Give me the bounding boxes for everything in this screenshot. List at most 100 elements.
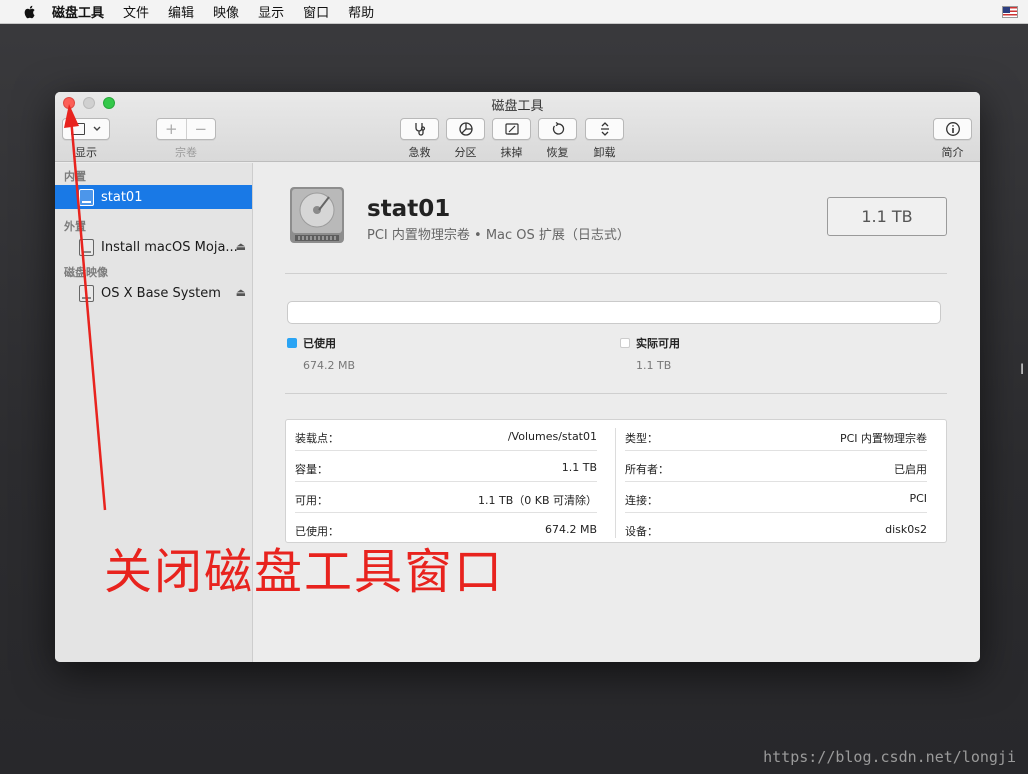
partition-button[interactable]	[446, 118, 485, 140]
sidebar-view-icon	[71, 123, 85, 135]
info-value: /Volumes/stat01	[507, 430, 597, 443]
chevron-down-icon	[93, 126, 101, 131]
volume-name: stat01	[367, 196, 451, 222]
sidebar-item-label: stat01	[101, 189, 143, 205]
used-swatch	[287, 338, 297, 348]
pie-chart-icon	[458, 122, 473, 136]
info-table: 装载点： /Volumes/stat01 容量： 1.1 TB 可用： 1.1 …	[285, 419, 947, 543]
disk-image-icon	[79, 284, 94, 302]
menu-file[interactable]: 文件	[123, 2, 149, 21]
info-row-capacity: 容量： 1.1 TB	[295, 451, 597, 482]
usage-bar	[287, 301, 941, 324]
erase-icon	[504, 123, 519, 135]
partition-group: 分区	[446, 118, 485, 160]
info-value: 1.1 TB（0 KB 可清除）	[477, 494, 597, 507]
info-button[interactable]	[933, 118, 972, 140]
add-volume-button[interactable]: +	[157, 119, 187, 139]
sidebar-section-disk-images: 磁盘映像	[64, 266, 108, 279]
sidebar-item-install-macos[interactable]: Install macOS Moja... ⏏	[55, 235, 252, 259]
view-button[interactable]	[62, 118, 110, 140]
sidebar-item-stat01[interactable]: stat01	[55, 185, 252, 209]
restore-icon	[552, 121, 564, 135]
info-row-owners: 所有者： 已启用	[625, 451, 927, 482]
info-column-right: 类型： PCI 内置物理宗卷 所有者： 已启用 连接： PCI 设备： disk…	[616, 420, 936, 542]
apple-icon[interactable]	[22, 4, 38, 20]
menu-edit[interactable]: 编辑	[168, 2, 194, 21]
menu-help[interactable]: 帮助	[348, 2, 374, 21]
info-group: 简介	[933, 118, 972, 160]
watermark: https://blog.csdn.net/longji	[763, 748, 1016, 766]
info-row-available: 可用： 1.1 TB（0 KB 可清除）	[295, 482, 597, 513]
unmount-label: 卸载	[593, 146, 616, 159]
info-value: 1.1 TB	[561, 461, 597, 474]
legend-available-value: 1.1 TB	[636, 359, 672, 372]
restore-button[interactable]	[538, 118, 577, 140]
annotation-caption: 关闭磁盘工具窗口	[104, 544, 505, 600]
unmount-button[interactable]	[585, 118, 624, 140]
info-key: 可用：	[295, 494, 328, 507]
hard-drive-icon	[290, 187, 344, 243]
sidebar-item-label: Install macOS Moja...	[101, 239, 238, 255]
menu-window[interactable]: 窗口	[303, 2, 329, 21]
view-label: 显示	[75, 146, 97, 159]
window-title: 磁盘工具	[491, 99, 544, 114]
info-column-left: 装载点： /Volumes/stat01 容量： 1.1 TB 可用： 1.1 …	[286, 420, 606, 542]
info-value: disk0s2	[885, 523, 927, 536]
eject-icon[interactable]: ⏏	[236, 286, 246, 299]
info-label: 简介	[941, 146, 964, 159]
sidebar-section-internal: 内置	[64, 170, 86, 183]
info-key: 容量：	[295, 463, 328, 476]
info-value: 674.2 MB	[544, 523, 597, 536]
sidebar-item-label: OS X Base System	[101, 285, 221, 301]
restore-label: 恢复	[546, 146, 569, 159]
text-cursor-icon: I	[1020, 362, 1025, 378]
volume-label: 宗卷	[175, 146, 197, 159]
available-swatch	[620, 338, 630, 348]
erase-label: 抹掉	[500, 146, 523, 159]
desktop: 磁盘工具 文件 编辑 映像 显示 窗口 帮助 磁盘工具 显示 + − 宗卷 急救…	[0, 0, 1028, 774]
legend-used: 已使用 674.2 MB	[287, 335, 355, 372]
remove-volume-button[interactable]: −	[187, 119, 216, 139]
menu-app-name[interactable]: 磁盘工具	[52, 2, 104, 21]
info-value: 已启用	[894, 463, 927, 476]
menu-image[interactable]: 映像	[213, 2, 239, 21]
divider	[285, 273, 947, 274]
first-aid-button[interactable]	[400, 118, 439, 140]
sidebar-item-os-x-base-system[interactable]: OS X Base System ⏏	[55, 281, 252, 305]
divider	[285, 393, 947, 394]
info-key: 类型：	[625, 432, 658, 445]
volume-segment: + −	[156, 118, 216, 140]
first-aid-group: 急救	[400, 118, 439, 160]
erase-group: 抹掉	[492, 118, 531, 160]
view-group: 显示	[62, 118, 110, 160]
stethoscope-icon	[414, 123, 425, 136]
legend-available: 实际可用 1.1 TB	[620, 335, 680, 372]
us-flag-icon[interactable]	[1002, 6, 1018, 18]
menu-bar: 磁盘工具 文件 编辑 映像 显示 窗口 帮助	[0, 0, 1028, 24]
info-key: 装载点：	[295, 432, 339, 445]
info-value: PCI 内置物理宗卷	[839, 432, 927, 445]
info-icon	[945, 122, 960, 136]
info-row-connection: 连接： PCI	[625, 482, 927, 513]
legend-used-label: 已使用	[303, 337, 336, 350]
info-key: 所有者：	[625, 463, 669, 476]
sidebar-section-external: 外置	[64, 220, 86, 233]
erase-button[interactable]	[492, 118, 531, 140]
first-aid-label: 急救	[408, 146, 431, 159]
restore-group: 恢复	[538, 118, 577, 160]
volume-size-badge: 1.1 TB	[827, 197, 947, 236]
partition-label: 分区	[454, 146, 477, 159]
info-row-device: 设备： disk0s2	[625, 513, 927, 544]
internal-disk-icon	[79, 188, 94, 206]
info-key: 连接：	[625, 494, 658, 507]
menu-view[interactable]: 显示	[258, 2, 284, 21]
info-value: PCI	[909, 492, 927, 505]
eject-icon[interactable]: ⏏	[236, 240, 246, 253]
unmount-icon	[600, 122, 609, 136]
volume-group: + − 宗卷	[156, 118, 216, 160]
title-bar: 磁盘工具 显示 + − 宗卷 急救 分区 抹掉 恢复 卸载 简介	[55, 92, 980, 162]
volume-description: PCI 内置物理宗卷 • Mac OS 扩展（日志式）	[367, 228, 630, 243]
info-row-mount-point: 装载点： /Volumes/stat01	[295, 420, 597, 451]
external-disk-icon	[79, 238, 94, 256]
legend-used-value: 674.2 MB	[303, 359, 356, 372]
